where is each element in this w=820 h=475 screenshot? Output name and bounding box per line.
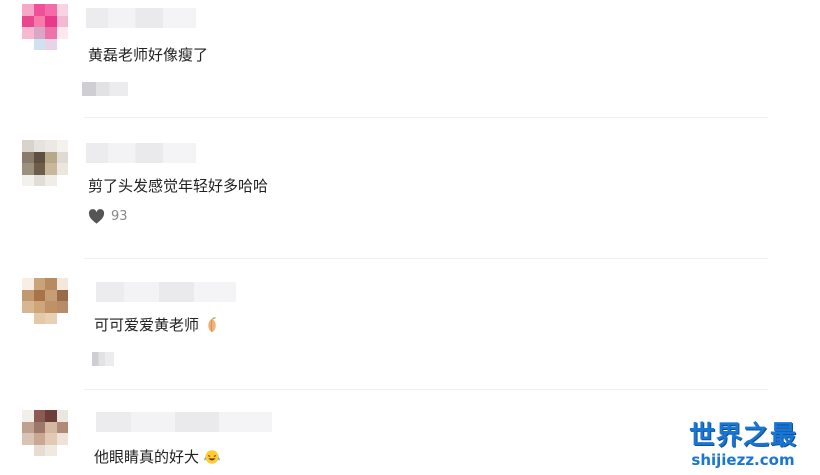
comment-text: 可可爱爱黄老师 <box>94 314 221 335</box>
crying-laughing-emoji <box>203 448 221 466</box>
comment-meta <box>82 82 128 96</box>
username[interactable] <box>86 143 196 163</box>
comment-text: 剪了头发感觉年轻好多哈哈 <box>88 177 269 195</box>
like-button[interactable]: 93 <box>88 209 128 224</box>
username[interactable] <box>96 412 272 432</box>
avatar[interactable] <box>22 278 68 324</box>
comment-text: 他眼睛真的好大 <box>94 446 221 467</box>
heart-icon <box>88 209 105 224</box>
watermark-url: shijiezz.com <box>691 451 795 469</box>
comment-text: 黄磊老师好像瘦了 <box>88 46 209 64</box>
divider <box>84 117 768 118</box>
divider <box>84 258 768 259</box>
divider <box>84 389 768 390</box>
avatar[interactable] <box>22 4 68 50</box>
username[interactable] <box>86 8 196 28</box>
peach-emoji <box>203 316 221 334</box>
avatar[interactable] <box>22 140 68 186</box>
username[interactable] <box>96 282 236 302</box>
avatar[interactable] <box>22 410 68 456</box>
watermark-logo: 世界之最 shijiezz.com <box>678 421 808 469</box>
watermark-title: 世界之最 <box>688 421 797 451</box>
comment-meta <box>92 352 114 366</box>
like-count: 93 <box>111 209 128 224</box>
